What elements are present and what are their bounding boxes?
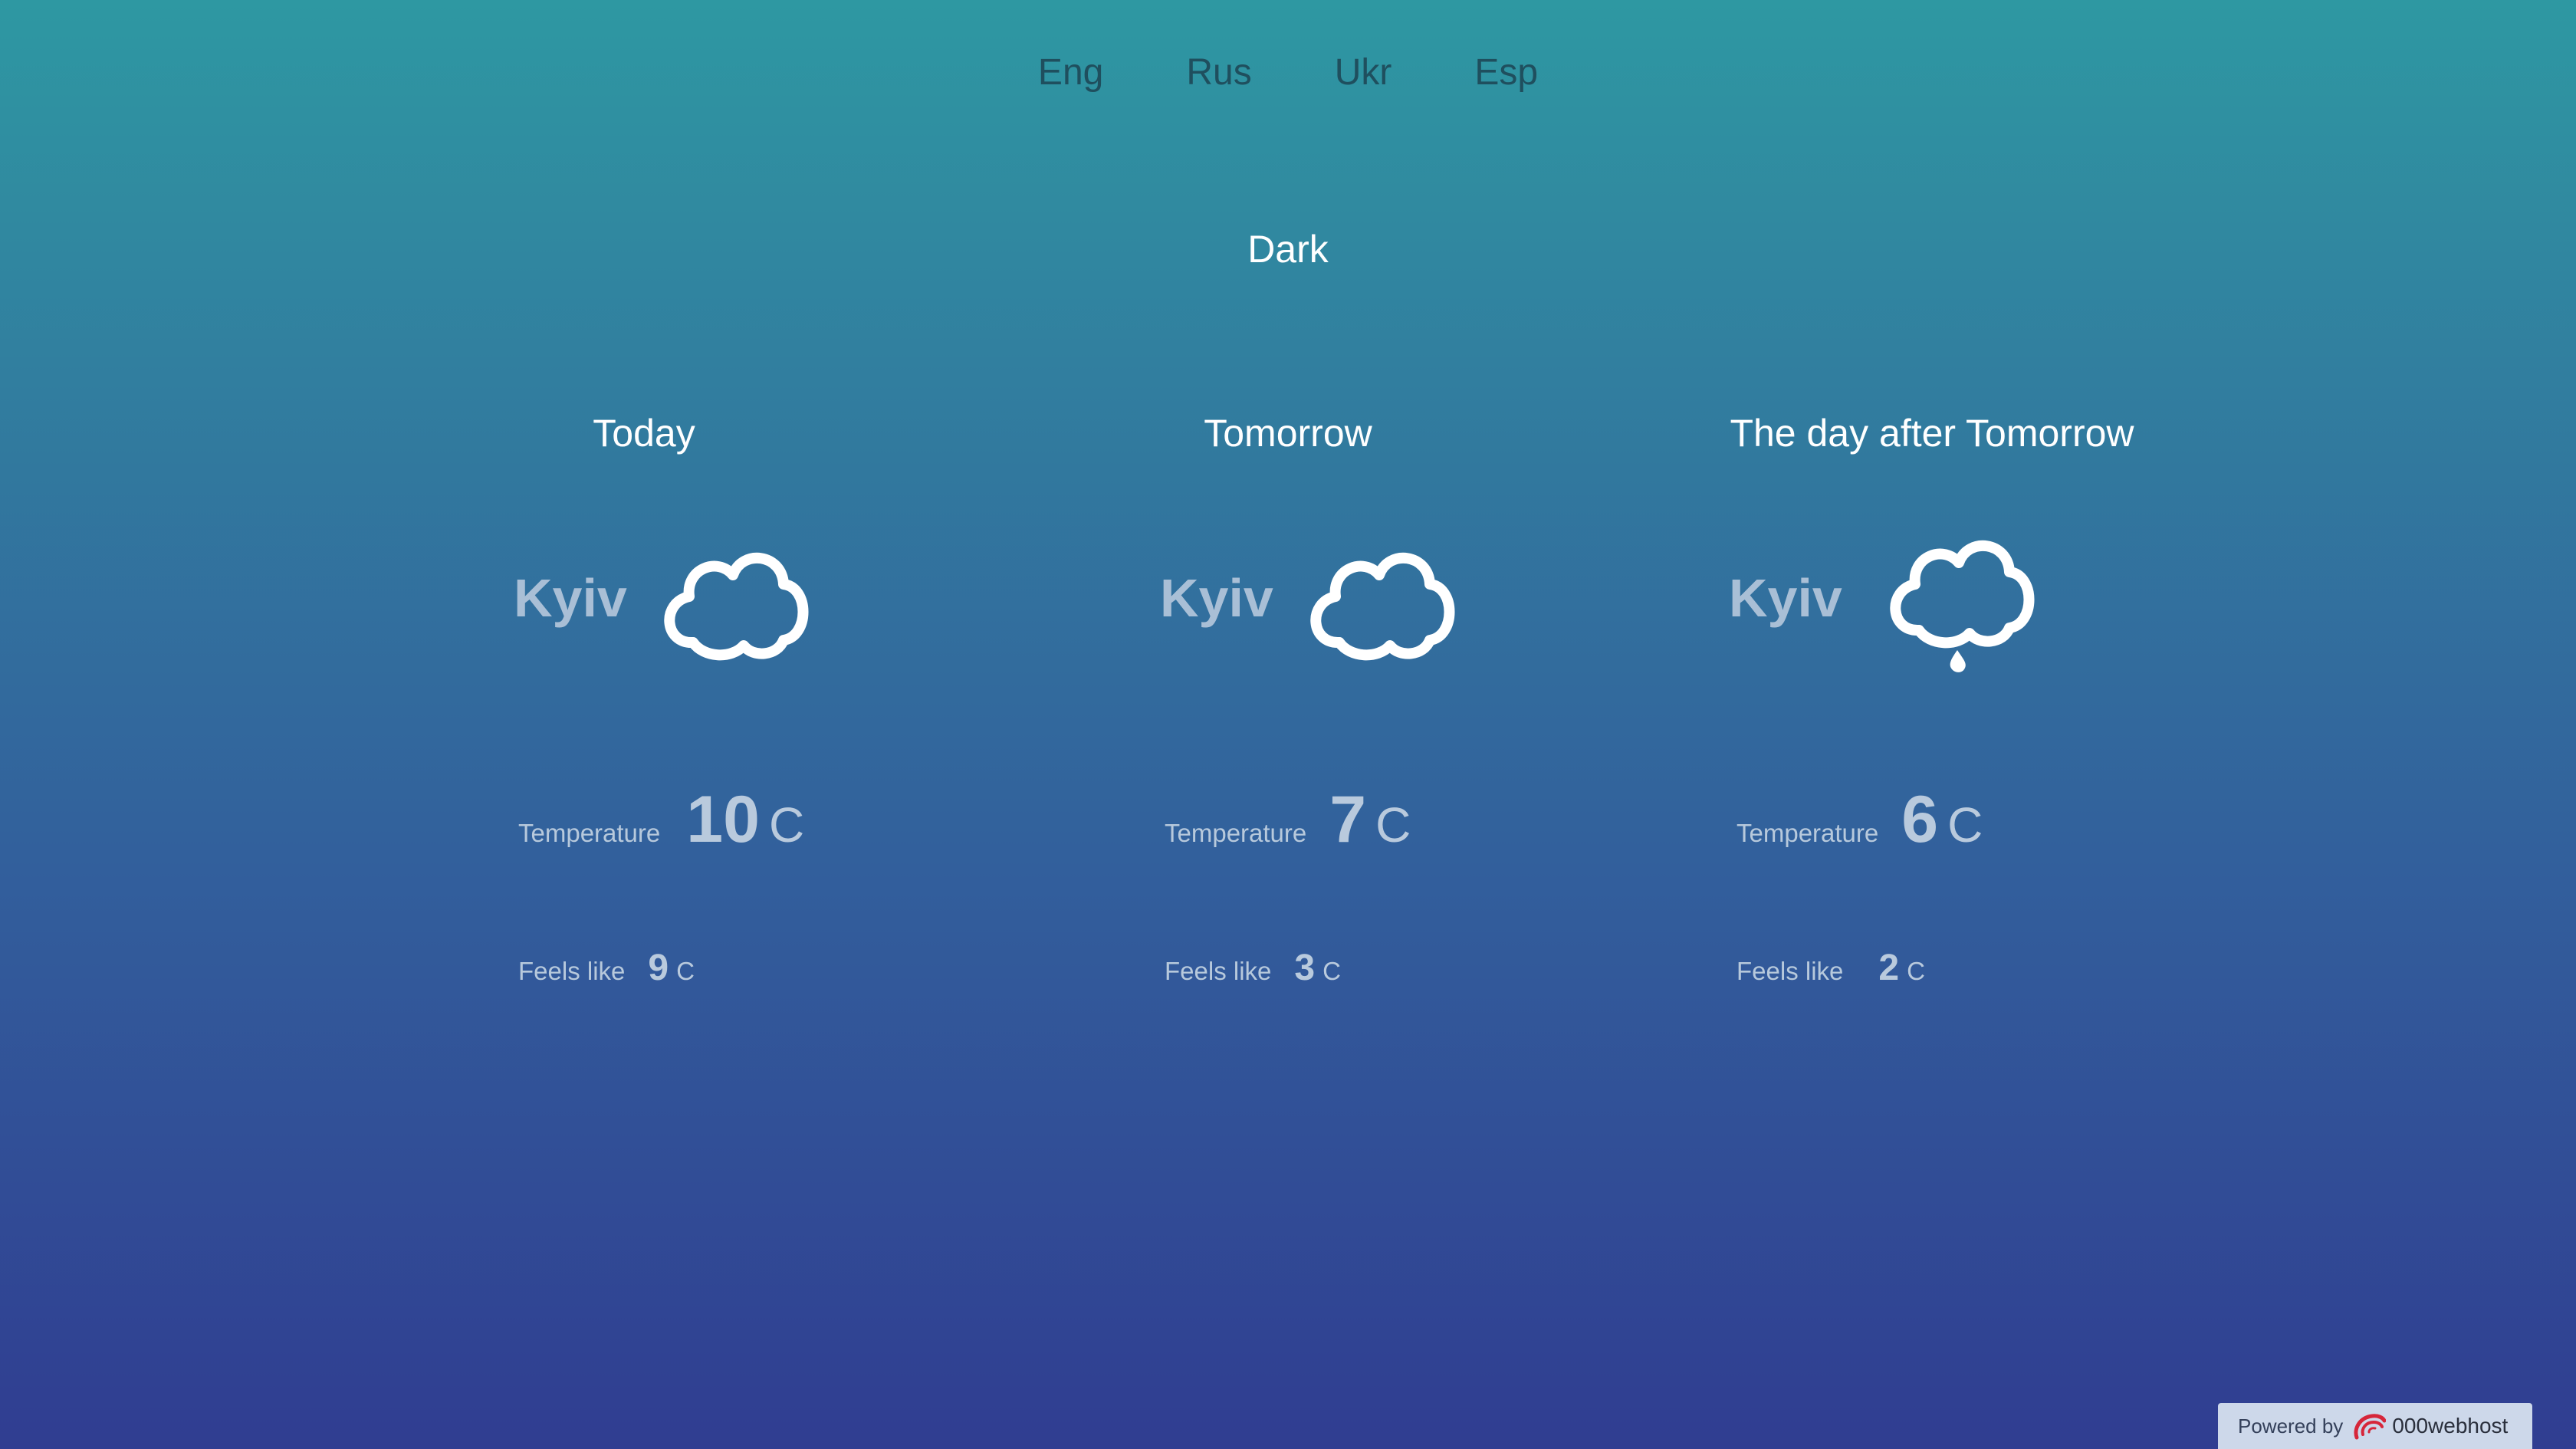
temperature-row: Temperature 6 C [1737, 782, 1983, 858]
language-option-ukr[interactable]: Ukr [1330, 48, 1397, 98]
city-weather-row: Kyiv [514, 521, 816, 675]
city-name: Kyiv [514, 568, 627, 628]
forecast-day-after-tomorrow: The day after Tomorrow Kyiv Temperature … [1610, 406, 2254, 1096]
day-title: The day after Tomorrow [1730, 412, 2134, 455]
feels-like-row: Feels like 3 C [1165, 947, 1341, 989]
rain-cloud-icon [1890, 540, 2035, 672]
feels-like-label: Feels like [1737, 957, 1844, 985]
temperature-label: Temperature [1737, 819, 1879, 847]
temperature-value: 6 [1901, 783, 1939, 856]
feels-like-row: Feels like 2 C [1737, 947, 1925, 989]
feels-like-unit: C [1907, 957, 1925, 985]
feels-like-unit: C [676, 957, 695, 985]
powered-by-label: Powered by [2238, 1414, 2344, 1438]
forecast-tomorrow: Tomorrow Kyiv Temperature 7 C Feels like… [966, 406, 1610, 1096]
language-option-esp[interactable]: Esp [1470, 48, 1543, 98]
cloud-icon [1310, 552, 1455, 661]
language-option-eng[interactable]: Eng [1033, 48, 1108, 98]
feels-like-unit: C [1322, 957, 1341, 985]
feels-like-value: 3 [1294, 948, 1316, 988]
cloud-icon [664, 552, 809, 661]
language-selector: Eng Rus Ukr Esp [0, 48, 2576, 98]
temperature-value: 10 [686, 783, 760, 856]
city-name: Kyiv [1160, 568, 1273, 628]
host-name: 000webhost [2392, 1414, 2509, 1438]
feels-like-value: 9 [648, 948, 669, 988]
feels-like-value: 2 [1878, 948, 1900, 988]
language-option-rus[interactable]: Rus [1181, 48, 1256, 98]
powered-by-badge[interactable]: Powered by 000webhost [2218, 1403, 2532, 1449]
city-weather-row: Kyiv [1729, 521, 2042, 675]
feels-like-label: Feels like [1165, 957, 1272, 985]
temperature-unit: C [1947, 797, 1983, 853]
temperature-label: Temperature [1165, 819, 1307, 847]
temperature-row: Temperature 10 C [518, 782, 804, 858]
forecast-today: Today Kyiv Temperature 10 C Feels like 9… [322, 406, 966, 1096]
temperature-unit: C [768, 797, 805, 853]
theme-toggle-button[interactable]: Dark [0, 222, 2576, 276]
feels-like-label: Feels like [518, 957, 626, 985]
temperature-unit: C [1375, 797, 1411, 853]
temperature-value: 7 [1329, 783, 1367, 856]
temperature-row: Temperature 7 C [1165, 782, 1411, 858]
feels-like-row: Feels like 9 C [518, 947, 695, 989]
day-title: Today [593, 412, 695, 455]
000webhost-logo-icon [2354, 1414, 2387, 1440]
city-weather-row: Kyiv [1160, 521, 1462, 675]
temperature-label: Temperature [518, 819, 661, 847]
city-name: Kyiv [1729, 568, 1842, 628]
day-title: Tomorrow [1204, 412, 1372, 455]
